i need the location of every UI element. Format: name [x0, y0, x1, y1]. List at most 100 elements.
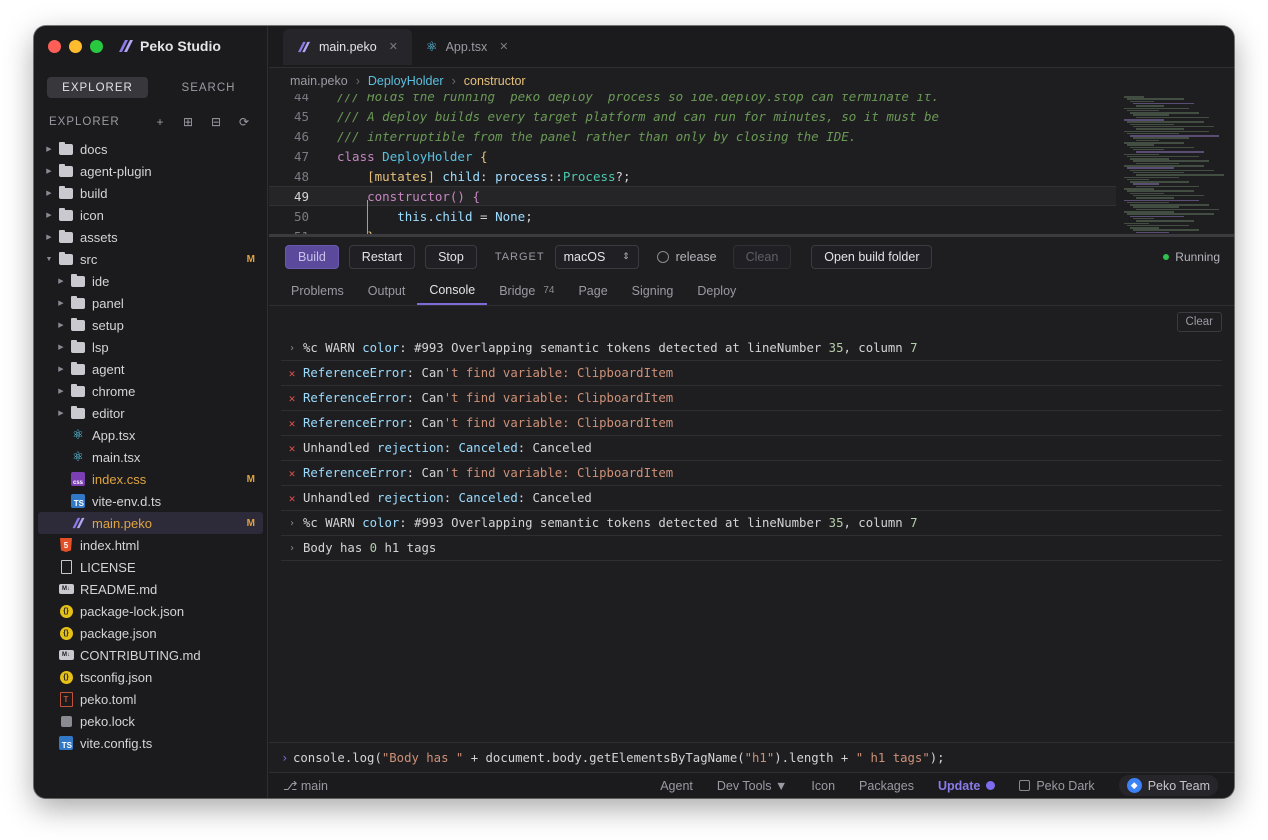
close-window-button[interactable] [48, 40, 61, 53]
chevron-right-icon[interactable]: ▶ [56, 387, 66, 395]
breadcrumb-class[interactable]: DeployHolder [368, 74, 444, 88]
tree-item-vite-config-ts[interactable]: TS vite.config.ts [38, 732, 263, 754]
markdown-file-icon: M↓ [58, 584, 74, 594]
chevron-down-icon[interactable]: ▼ [44, 256, 54, 263]
zoom-window-button[interactable] [90, 40, 103, 53]
chevron-right-icon[interactable]: ▶ [44, 211, 54, 219]
tree-item-chrome[interactable]: ▶ chrome [38, 380, 263, 402]
refresh-icon[interactable]: ⟳ [237, 115, 251, 129]
theme-toggle[interactable]: Peko Dark [1019, 779, 1095, 793]
file-icon-wrap: {} [58, 626, 74, 640]
clear-console-button[interactable]: Clear [1176, 312, 1222, 332]
tree-item-panel[interactable]: ▶ panel [38, 292, 263, 314]
chevron-right-icon[interactable]: ▶ [44, 189, 54, 197]
console-log-error[interactable]: ✕ Unhandled rejection: Canceled: Canceled [281, 436, 1222, 461]
chevron-right-icon[interactable]: ▶ [56, 365, 66, 373]
tree-item-src[interactable]: ▼ src M [38, 248, 263, 270]
expand-chevron-icon[interactable]: › [281, 518, 303, 529]
collapse-all-icon[interactable]: ⊟ [209, 115, 223, 129]
tab-signing[interactable]: Signing [620, 276, 686, 305]
tree-item-assets[interactable]: ▶ assets [38, 226, 263, 248]
close-tab-icon[interactable]: ✕ [389, 40, 398, 53]
tree-item-build[interactable]: ▶ build [38, 182, 263, 204]
tab-main-peko[interactable]: main.peko ✕ [283, 28, 412, 65]
console-log-error[interactable]: ✕ ReferenceError: Can't find variable: Cl… [281, 361, 1222, 386]
tree-item-setup[interactable]: ▶ setup [38, 314, 263, 336]
chevron-right-icon[interactable]: ▶ [44, 233, 54, 241]
code-editor[interactable]: 44 /// Holds the running `peko deploy` p… [269, 94, 1234, 234]
tree-item-license[interactable]: LICENSE [38, 556, 263, 578]
tree-item-package-json[interactable]: {} package.json [38, 622, 263, 644]
console-input[interactable]: › console.log("Body has " + document.bod… [269, 742, 1234, 772]
close-tab-icon[interactable]: ✕ [499, 40, 508, 53]
console-log-error[interactable]: ✕ ReferenceError: Can't find variable: Cl… [281, 411, 1222, 436]
folder-icon [59, 185, 73, 199]
tree-item-peko-lock[interactable]: peko.lock [38, 710, 263, 732]
chevron-right-icon[interactable]: ▶ [56, 343, 66, 351]
minimap[interactable] [1120, 94, 1228, 234]
tree-item-icon[interactable]: ▶ icon [38, 204, 263, 226]
restart-button[interactable]: Restart [348, 244, 416, 269]
clean-button[interactable]: Clean [732, 244, 792, 269]
chevron-right-icon[interactable]: ▶ [56, 321, 66, 329]
console-log-error[interactable]: ✕ Unhandled rejection: Canceled: Canceled [281, 486, 1222, 511]
tab-problems[interactable]: Problems [279, 276, 356, 305]
build-button[interactable]: Build [285, 244, 339, 269]
tab-bridge[interactable]: Bridge 74 [487, 276, 566, 305]
minimap-line [1133, 171, 1184, 174]
status-packages[interactable]: Packages [859, 779, 914, 793]
open-build-folder-button[interactable]: Open build folder [811, 244, 933, 269]
tree-item-editor[interactable]: ▶ editor [38, 402, 263, 424]
new-file-icon[interactable]: + [153, 115, 167, 129]
console-log-warn[interactable]: › %c WARN color: #993 Overlapping semanti… [281, 336, 1222, 361]
tab-app-tsx[interactable]: ⚛ App.tsx ✕ [412, 29, 523, 65]
tree-item-vite-env-d-ts[interactable]: TS vite-env.d.ts [38, 490, 263, 512]
expand-chevron-icon[interactable]: › [281, 343, 303, 354]
chevron-right-icon[interactable]: ▶ [44, 145, 54, 153]
tree-item-index-html[interactable]: 5 index.html [38, 534, 263, 556]
tab-output[interactable]: Output [356, 276, 418, 305]
tab-page[interactable]: Page [566, 276, 619, 305]
tree-item-package-lock-json[interactable]: {} package-lock.json [38, 600, 263, 622]
tab-search[interactable]: SEARCH [158, 77, 259, 98]
release-checkbox[interactable]: release [656, 250, 717, 264]
chevron-right-icon[interactable]: ▶ [56, 409, 66, 417]
tree-item-agent[interactable]: ▶ agent [38, 358, 263, 380]
console-log-log[interactable]: › Body has 0 h1 tags [281, 536, 1222, 561]
expand-chevron-icon[interactable]: › [281, 543, 303, 554]
git-branch[interactable]: ⎇ main [283, 778, 660, 793]
target-select[interactable]: macOS ⇕ [554, 244, 639, 269]
tree-item-agent-plugin[interactable]: ▶ agent-plugin [38, 160, 263, 182]
tree-item-label: vite.config.ts [80, 735, 153, 751]
minimize-window-button[interactable] [69, 40, 82, 53]
chevron-right-icon[interactable]: ▶ [56, 299, 66, 307]
chevron-right-icon[interactable]: ▶ [56, 277, 66, 285]
team-badge[interactable]: ◆ Peko Team [1118, 775, 1218, 796]
stop-button[interactable]: Stop [425, 244, 477, 269]
console-log-error[interactable]: ✕ ReferenceError: Can't find variable: Cl… [281, 386, 1222, 411]
console-log-error[interactable]: ✕ ReferenceError: Can't find variable: Cl… [281, 461, 1222, 486]
update-button[interactable]: Update [938, 779, 996, 793]
breadcrumb-file[interactable]: main.peko [290, 74, 348, 88]
tree-item-main-peko[interactable]: main.peko M [38, 512, 263, 534]
tree-item-lsp[interactable]: ▶ lsp [38, 336, 263, 358]
new-folder-icon[interactable]: ⊞ [181, 115, 195, 129]
status-icon[interactable]: Icon [811, 779, 835, 793]
tree-item-readme-md[interactable]: M↓ README.md [38, 578, 263, 600]
tree-item-tsconfig-json[interactable]: {} tsconfig.json [38, 666, 263, 688]
tree-item-peko-toml[interactable]: Tpeko.toml [38, 688, 263, 710]
tab-deploy[interactable]: Deploy [685, 276, 748, 305]
tab-explorer[interactable]: EXPLORER [47, 77, 148, 98]
tree-item-contributing-md[interactable]: M↓ CONTRIBUTING.md [38, 644, 263, 666]
status-agent[interactable]: Agent [660, 779, 693, 793]
tree-item-index-css[interactable]: css index.css M [38, 468, 263, 490]
tree-item-main-tsx[interactable]: ⚛ main.tsx [38, 446, 263, 468]
console-log-warn[interactable]: › %c WARN color: #993 Overlapping semanti… [281, 511, 1222, 536]
tree-item-docs[interactable]: ▶ docs [38, 138, 263, 160]
tree-item-ide[interactable]: ▶ ide [38, 270, 263, 292]
tree-item-app-tsx[interactable]: ⚛ App.tsx [38, 424, 263, 446]
tab-console[interactable]: Console [417, 276, 488, 305]
breadcrumb-method[interactable]: constructor [464, 74, 526, 88]
chevron-right-icon[interactable]: ▶ [44, 167, 54, 175]
status-dev-tools[interactable]: Dev Tools ▼ [717, 779, 788, 793]
